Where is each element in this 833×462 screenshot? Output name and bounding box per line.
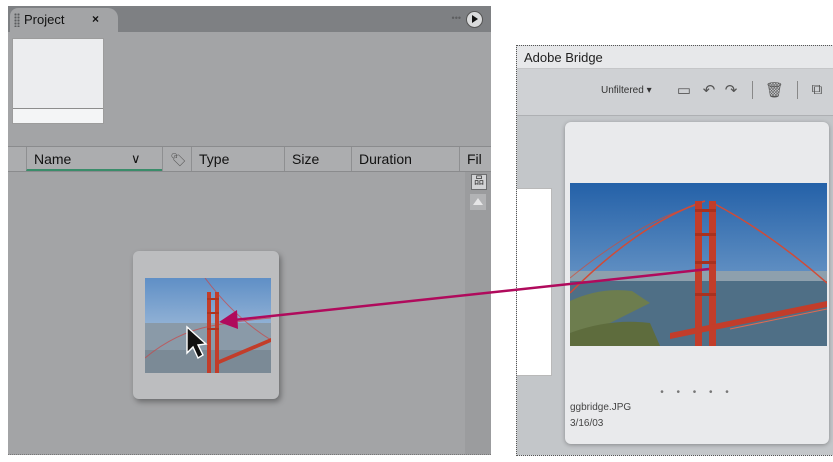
thumbnail-filename: ggbridge.JPG bbox=[570, 402, 632, 413]
column-header-label[interactable]: 🏷 bbox=[162, 147, 191, 171]
grip-icon[interactable] bbox=[14, 13, 20, 27]
preview-thumbnail-strip bbox=[13, 108, 103, 123]
hierarchy-icon[interactable]: 品 bbox=[471, 174, 487, 190]
panel-menu-icon[interactable] bbox=[466, 11, 483, 28]
bridge-titlebar: Adobe Bridge bbox=[517, 46, 833, 69]
bridge-content-area: • • • • • ggbridge.JPG 3/16/03 bbox=[517, 116, 833, 455]
column-header-row: Name ∨ 🏷 Type Size Duration Fil bbox=[8, 146, 491, 172]
scroll-up-arrow-icon[interactable] bbox=[470, 194, 486, 210]
dragged-thumbnail[interactable] bbox=[133, 251, 279, 399]
column-header-type[interactable]: Type bbox=[191, 147, 284, 171]
column-header-file-label: Fil bbox=[467, 151, 482, 167]
column-header-duration-label: Duration bbox=[359, 151, 412, 167]
column-header-type-label: Type bbox=[199, 151, 230, 167]
compact-mode-icon[interactable]: ⧉ bbox=[808, 81, 826, 98]
column-header-size-label: Size bbox=[292, 151, 320, 167]
toolbar-divider bbox=[797, 81, 798, 99]
column-header-name[interactable]: Name ∨ bbox=[26, 147, 162, 171]
new-folder-icon[interactable]: ▭ bbox=[675, 81, 693, 99]
side-panel bbox=[517, 188, 552, 376]
column-header-file[interactable]: Fil bbox=[459, 147, 491, 171]
label-tag-icon: 🏷 bbox=[170, 152, 187, 167]
filter-dropdown[interactable]: Unfiltered ▾ bbox=[601, 85, 652, 96]
golden-gate-photo-thumbnail bbox=[145, 278, 271, 373]
project-panel: Project × ••• Name ∨ 🏷 Type Size Duratio… bbox=[8, 6, 491, 455]
scrollbar[interactable]: 品 bbox=[465, 172, 491, 454]
thumbnail-card[interactable]: • • • • • ggbridge.JPG 3/16/03 bbox=[565, 122, 829, 444]
adobe-bridge-window: Adobe Bridge Unfiltered ▾ ▭ ↶ ↷ 🗑 ⧉ • • … bbox=[516, 45, 833, 456]
close-icon[interactable]: × bbox=[92, 12, 99, 26]
rating-dots[interactable]: • • • • • bbox=[565, 387, 829, 398]
project-tab-label: Project bbox=[24, 12, 65, 27]
toolbar-divider bbox=[752, 81, 753, 99]
column-header-name-label: Name bbox=[34, 151, 72, 167]
golden-gate-photo[interactable] bbox=[570, 183, 827, 346]
sort-chevron-icon[interactable]: ∨ bbox=[131, 147, 141, 169]
project-tab[interactable]: Project × bbox=[10, 8, 118, 32]
rotate-left-icon[interactable]: ↶ bbox=[700, 81, 718, 99]
preview-thumbnail bbox=[12, 38, 104, 124]
column-header-size[interactable]: Size bbox=[284, 147, 351, 171]
rotate-right-icon[interactable]: ↷ bbox=[722, 81, 740, 99]
thumbnail-date: 3/16/03 bbox=[570, 418, 604, 429]
panel-tab-bar: Project × ••• bbox=[8, 6, 491, 32]
bridge-window-title: Adobe Bridge bbox=[524, 50, 603, 65]
delete-icon[interactable]: 🗑 bbox=[765, 81, 784, 99]
column-header-duration[interactable]: Duration bbox=[351, 147, 459, 171]
panel-options-icon: ••• bbox=[451, 13, 461, 23]
bridge-toolbar: Unfiltered ▾ ▭ ↶ ↷ 🗑 ⧉ bbox=[517, 69, 833, 116]
